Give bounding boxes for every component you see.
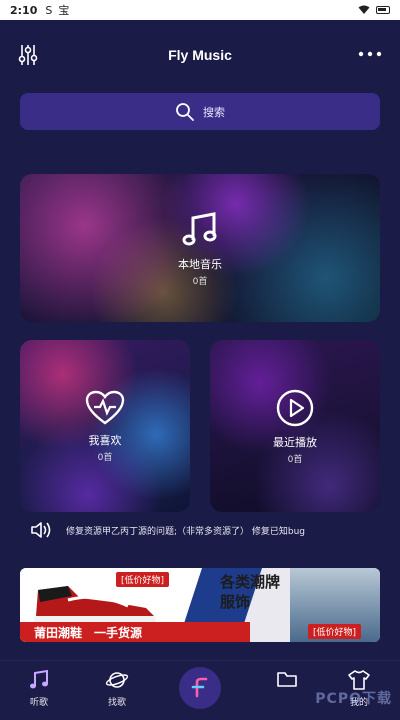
ad-banner[interactable]: [低价好物] 莆田潮鞋 一手货源 各类潮牌 服饰 [低价好物] xyxy=(20,568,380,642)
music-note-icon xyxy=(30,669,48,689)
music-note-icon xyxy=(182,211,217,245)
wifi-icon xyxy=(358,5,370,14)
banner-headline: 各类潮牌 服饰 xyxy=(220,572,280,612)
local-music-card[interactable]: 本地音乐 0首 xyxy=(20,174,380,322)
nav-player-button[interactable] xyxy=(179,667,221,709)
speaker-icon xyxy=(31,522,51,538)
update-notice: 修复资源甲乙丙丁源的问题;（非常多资源了） 修复已知bug xyxy=(30,519,390,541)
banner-strip: 莆田潮鞋 一手货源 xyxy=(20,622,250,642)
battery-icon xyxy=(376,6,390,14)
banner-tag-right: [低价好物] xyxy=(308,624,362,639)
play-circle-icon xyxy=(276,389,314,426)
status-app-icon: 宝 xyxy=(58,4,70,17)
banner-headline-1: 各类潮牌 xyxy=(220,573,281,591)
nav-find-label: 找歌 xyxy=(107,698,126,708)
favorites-card[interactable]: 我喜欢 0首 xyxy=(20,340,190,512)
favorites-count: 0首 xyxy=(97,452,113,463)
banner-strip-text-a: 莆田潮鞋 xyxy=(34,625,83,640)
app-title: Fly Music xyxy=(168,47,232,63)
nav-listen-label: 听歌 xyxy=(29,698,48,708)
nav-folder[interactable] xyxy=(262,669,312,715)
status-bar: 2:10 S 宝 xyxy=(0,0,400,20)
search-icon xyxy=(176,102,194,121)
recently-played-card[interactable]: 最近播放 0首 xyxy=(210,340,380,512)
status-time: 2:10 xyxy=(10,3,38,17)
recently-played-label: 最近播放 xyxy=(273,435,317,449)
nav-find[interactable]: 找歌 xyxy=(92,669,142,715)
banner-tag-left: [低价好物] xyxy=(116,572,170,587)
recently-played-count: 0首 xyxy=(287,454,303,465)
banner-strip-text-b: 一手货源 xyxy=(94,625,143,640)
more-dots-icon[interactable] xyxy=(358,50,382,58)
search-placeholder: 搜索 xyxy=(203,105,225,119)
notice-text: 修复资源甲乙丙丁源的问题;（非常多资源了） 修复已知bug xyxy=(66,526,306,537)
local-music-label: 本地音乐 xyxy=(178,257,222,271)
nav-listen[interactable]: 听歌 xyxy=(14,669,64,715)
favorites-label: 我喜欢 xyxy=(88,433,122,447)
watermark: PCPO下载 xyxy=(315,691,392,707)
local-music-count: 0首 xyxy=(192,276,208,287)
folder-icon xyxy=(277,672,297,687)
fly-logo-icon xyxy=(191,677,208,698)
banner-headline-2: 服饰 xyxy=(220,593,251,611)
status-indicator-icon: S xyxy=(45,3,53,17)
planet-icon xyxy=(105,672,129,688)
status-right xyxy=(358,5,390,15)
heart-pulse-icon xyxy=(85,390,125,424)
app-header: Fly Music xyxy=(0,30,400,80)
search-bar[interactable]: 搜索 xyxy=(20,93,380,130)
